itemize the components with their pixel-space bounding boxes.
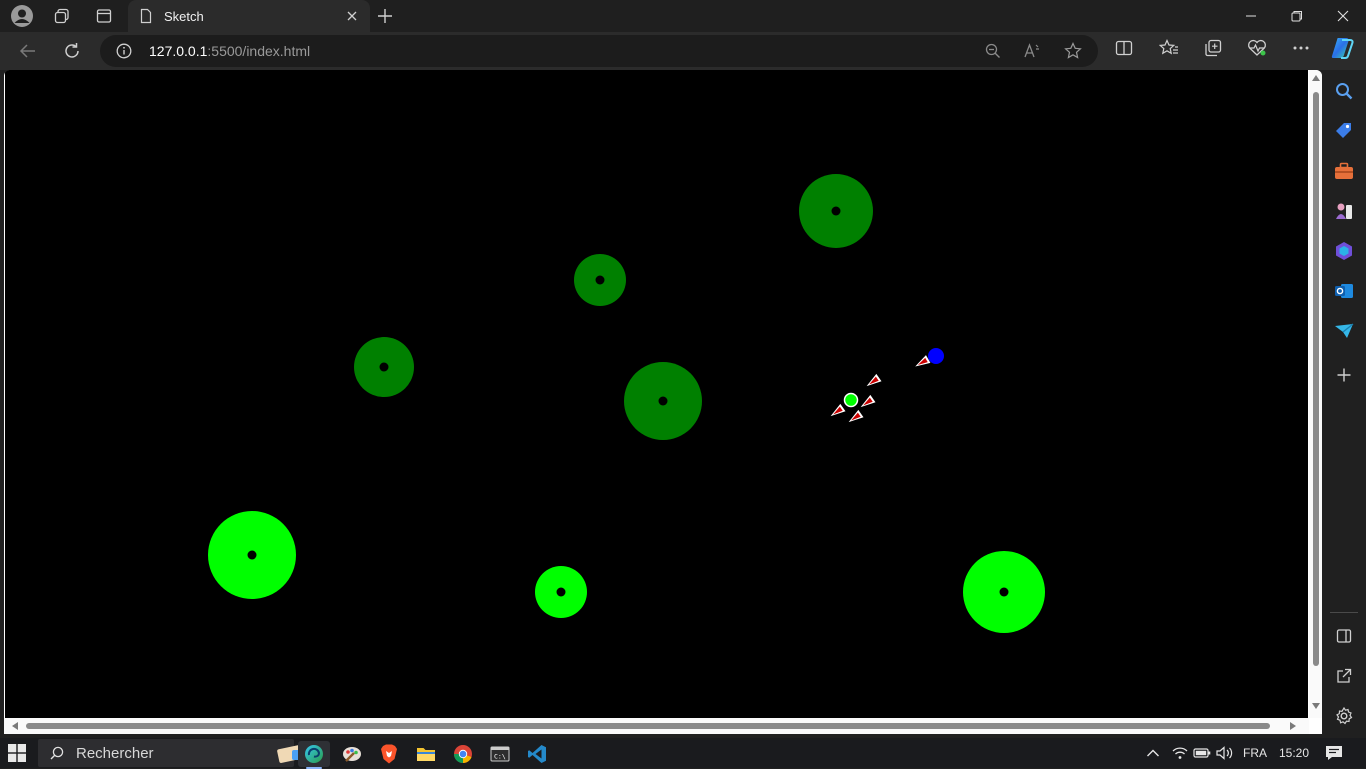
browser-essentials-icon[interactable] [1244,35,1270,61]
taskbar-search-placeholder: Rechercher [76,745,154,762]
circle-center-dot [247,550,257,560]
browser-toolbar: 127.0.0.1:5500/index.html [0,32,1366,70]
address-host: 127.0.0.1 [149,43,208,59]
horizontal-scrollbar[interactable] [4,718,1309,734]
vscode-icon[interactable] [521,741,553,767]
sketch-canvas[interactable] [5,70,1308,718]
settings-icon[interactable] [1333,705,1355,727]
circle-center-dot [556,587,566,597]
split-screen-icon[interactable] [1111,35,1137,61]
scroll-down-arrow-icon[interactable] [1312,703,1320,709]
shopping-tag-icon[interactable] [1333,120,1355,142]
hide-sidebar-icon[interactable] [1333,625,1355,647]
page-icon [140,8,152,24]
circle-center-dot [658,396,668,406]
paint-icon[interactable] [336,741,368,767]
restore-icon[interactable] [1274,0,1320,32]
address-url[interactable]: 127.0.0.1:5500/index.html [149,43,310,59]
horizontal-scroll-thumb[interactable] [26,723,1270,729]
edge-sidebar [1322,70,1366,738]
input-language[interactable]: FRA [1241,744,1269,762]
terminal-icon[interactable]: C:\ [484,741,516,767]
external-link-icon[interactable] [1333,665,1355,687]
circle-center-dot [595,275,605,285]
profile-avatar-icon[interactable] [10,4,34,28]
windows-taskbar: Rechercher C:\ FRA 15:20 [0,738,1366,769]
sidebar-divider [1330,612,1358,613]
circle-center-dot [831,206,841,216]
volume-icon[interactable] [1215,744,1235,762]
collections-icon[interactable] [1200,35,1226,61]
edge-icon[interactable] [298,741,330,769]
search-icon [50,746,64,760]
favorite-star-icon[interactable] [1060,38,1086,64]
battery-icon[interactable] [1193,744,1211,762]
info-icon[interactable] [116,43,132,59]
favorites-icon[interactable] [1156,35,1182,61]
circle-center-dot [379,362,389,372]
svg-text:C:\: C:\ [494,753,506,761]
tab-actions-icon[interactable] [50,4,74,28]
close-window-icon[interactable] [1320,0,1366,32]
refresh-icon[interactable] [58,38,86,64]
address-path: :5500/index.html [207,43,311,59]
read-aloud-icon[interactable] [1020,38,1046,64]
address-bar[interactable]: 127.0.0.1:5500/index.html [100,35,1098,67]
copilot-icon[interactable] [1329,35,1355,61]
scroll-right-arrow-icon[interactable] [1290,722,1296,730]
windows-start-icon[interactable] [8,744,26,762]
back-arrow-icon[interactable] [14,38,42,64]
zoom-out-icon[interactable] [980,38,1006,64]
vertical-scrollbar[interactable] [1309,70,1322,718]
chrome-icon[interactable] [447,741,479,767]
vertical-scroll-thumb[interactable] [1313,92,1319,666]
vertical-tabs-icon[interactable] [92,4,116,28]
file-explorer-icon[interactable] [410,741,442,767]
circle-center-dot [999,587,1009,597]
chevron-up-icon[interactable] [1145,744,1161,762]
page-viewport [4,70,1322,734]
brave-icon[interactable] [373,741,405,767]
title-bar: Sketch [0,0,1366,32]
more-icon[interactable] [1288,35,1314,61]
taskbar-search-box[interactable]: Rechercher [38,739,325,767]
search-icon[interactable] [1333,80,1355,102]
tab-title: Sketch [164,8,204,24]
close-tab-icon[interactable] [344,8,360,24]
taskbar-clock[interactable]: 15:20 [1276,744,1312,762]
minimize-icon[interactable] [1228,0,1274,32]
drop-icon[interactable] [1333,320,1355,342]
games-icon[interactable] [1333,200,1355,222]
new-tab-icon[interactable] [373,4,397,28]
add-icon[interactable] [1333,364,1355,386]
notifications-icon[interactable] [1323,744,1345,762]
green-agent-dot [843,392,859,408]
wifi-icon[interactable] [1171,744,1189,762]
blue-target-dot [928,348,944,364]
scroll-up-arrow-icon[interactable] [1312,75,1320,81]
tools-icon[interactable] [1333,160,1355,182]
tab-sketch[interactable]: Sketch [128,0,370,32]
scroll-left-arrow-icon[interactable] [12,722,18,730]
microsoft-365-icon[interactable] [1333,240,1355,262]
outlook-icon[interactable] [1333,280,1355,302]
